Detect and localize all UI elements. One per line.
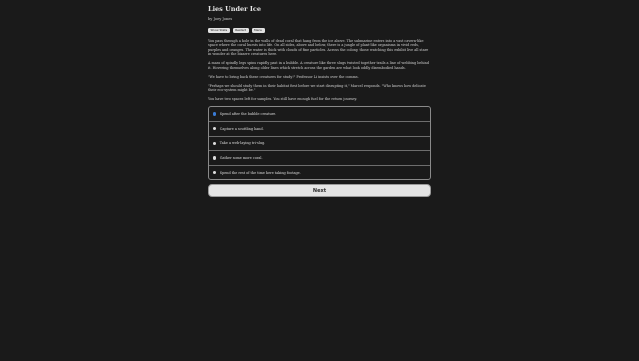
choice-label: Spend the rest of the time here taking f…	[219, 170, 301, 175]
story-paragraph: You have two spaces left for samples. Yo…	[208, 97, 358, 102]
radio-icon[interactable]	[213, 156, 217, 160]
choice-option[interactable]: Spend after the bubble creature.	[209, 107, 430, 122]
next-button[interactable]: Next	[208, 184, 431, 198]
radio-icon[interactable]	[213, 141, 217, 146]
choice-list: Spend after the bubble creature. Capture…	[208, 106, 431, 181]
story-title: Lies Under Ice	[208, 5, 261, 13]
choice-option[interactable]: Capture a scuttling hand.	[209, 122, 430, 137]
story-paragraph: You pass through a hole in the walls of …	[208, 38, 429, 57]
radio-icon[interactable]	[213, 170, 217, 175]
story-text: You pass through a hole in the walls of …	[208, 39, 431, 103]
story-author: by Joey Jones	[208, 17, 233, 21]
radio-selected-icon[interactable]	[213, 112, 217, 116]
show-stats-button[interactable]: Show Stats	[208, 28, 230, 33]
choice-option[interactable]: Gather some more coral.	[209, 151, 430, 166]
choice-label: Take a web-laying tri-slug.	[219, 141, 266, 146]
story-page: Lies Under Ice by Joey Jones Show Stats …	[208, 5, 431, 198]
story-paragraph: "We have to bring back these creatures f…	[208, 74, 359, 79]
story-toolbar: Show Stats Restart Menu	[208, 28, 431, 33]
radio-icon[interactable]	[213, 127, 217, 131]
menu-button[interactable]: Menu	[251, 28, 265, 33]
restart-button[interactable]: Restart	[232, 28, 249, 33]
choice-label: Capture a scuttling hand.	[219, 126, 264, 131]
choice-option[interactable]: Spend the rest of the time here taking f…	[209, 166, 430, 180]
choice-option[interactable]: Take a web-laying tri-slug.	[209, 137, 430, 152]
choice-label: Spend after the bubble creature.	[219, 112, 277, 117]
story-paragraph: A mass of spindly legs spins rapidly pas…	[208, 61, 429, 70]
story-paragraph: "Perhaps we should study them in their h…	[208, 83, 426, 93]
choice-label: Gather some more coral.	[219, 155, 263, 160]
